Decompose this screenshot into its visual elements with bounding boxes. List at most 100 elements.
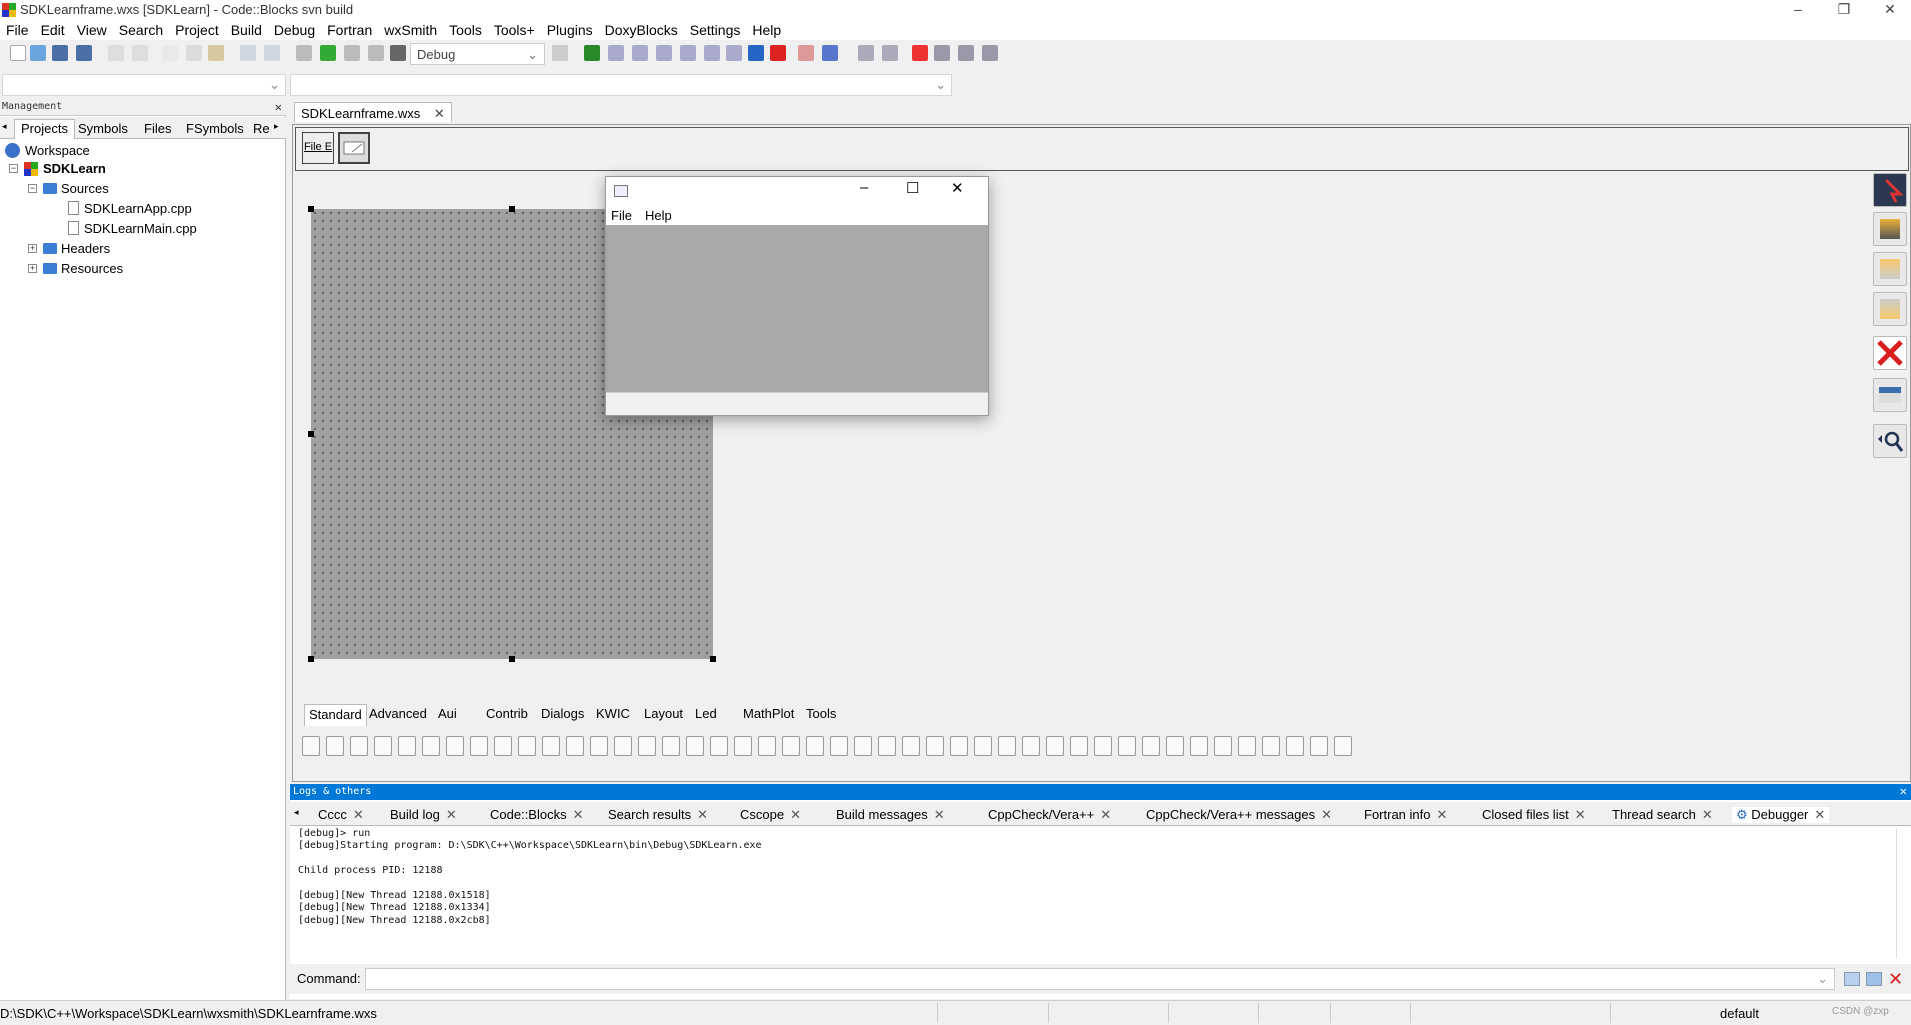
bookmark-toggle-icon[interactable] [912, 45, 928, 61]
bookmark-next-icon[interactable] [958, 45, 974, 61]
save-all-icon[interactable] [76, 45, 92, 61]
stop-debug-icon[interactable] [770, 45, 786, 61]
widget-icon[interactable] [686, 736, 704, 756]
debug-windows-icon[interactable] [798, 45, 814, 61]
widget-icon[interactable] [974, 736, 992, 756]
tab-led[interactable]: Led [695, 706, 717, 721]
insert-after-icon[interactable] [1873, 292, 1907, 326]
preview-menu-help[interactable]: Help [645, 208, 672, 223]
widget-icon[interactable] [926, 736, 944, 756]
resize-handle[interactable] [710, 656, 716, 662]
tree-workspace[interactable]: Workspace [5, 142, 90, 160]
tab-cccc[interactable]: Cccc ✕ [318, 807, 364, 823]
tab-scroll-left-icon[interactable]: ◂ [294, 807, 299, 818]
menubar-widget[interactable]: File E [302, 132, 334, 164]
tab-resources[interactable]: Re [253, 121, 270, 136]
widget-icon[interactable] [1070, 736, 1088, 756]
widget-icon[interactable] [1286, 736, 1304, 756]
tab-files[interactable]: Files [144, 121, 171, 136]
resize-handle[interactable] [308, 431, 314, 437]
tab-scroll-left-icon[interactable]: ◂ [2, 121, 7, 132]
tab-layout[interactable]: Layout [644, 706, 683, 721]
menu-debug[interactable]: Debug [268, 20, 321, 40]
preview-maximize-button[interactable]: ☐ [906, 179, 919, 197]
menu-tools-plus[interactable]: Tools+ [488, 20, 541, 40]
widget-icon[interactable] [638, 736, 656, 756]
tab-fortran-info[interactable]: Fortran info ✕ [1364, 807, 1447, 823]
abort-icon[interactable] [390, 45, 406, 61]
replace-icon[interactable] [264, 45, 280, 61]
paste-icon[interactable] [208, 45, 224, 61]
widget-icon[interactable] [518, 736, 536, 756]
close-icon[interactable]: ✕ [573, 807, 584, 822]
preview-minimize-button[interactable]: – [860, 179, 868, 196]
menu-view[interactable]: View [71, 20, 113, 40]
widget-icon[interactable] [1310, 736, 1328, 756]
collapse-project-icon[interactable]: − [9, 164, 18, 173]
close-icon[interactable]: ✕ [434, 106, 445, 121]
resize-handle[interactable] [308, 206, 314, 212]
tab-scroll-right-icon[interactable]: ▸ [274, 121, 279, 132]
widget-icon[interactable] [734, 736, 752, 756]
close-icon[interactable]: ✕ [1814, 807, 1825, 822]
tab-standard[interactable]: Standard [304, 704, 367, 726]
jump-forward-icon[interactable] [882, 45, 898, 61]
tab-build-log[interactable]: Build log ✕ [390, 807, 457, 823]
close-icon[interactable]: ✕ [1436, 807, 1447, 822]
widget-icon[interactable] [494, 736, 512, 756]
widget-icon[interactable] [902, 736, 920, 756]
tree-file-main[interactable]: SDKLearnMain.cpp [68, 220, 197, 238]
tab-mathplot[interactable]: MathPlot [743, 706, 794, 721]
tree-file-app[interactable]: SDKLearnApp.cpp [68, 200, 192, 218]
widget-icon[interactable] [1118, 736, 1136, 756]
close-icon[interactable]: ✕ [1575, 807, 1586, 822]
menu-build[interactable]: Build [225, 20, 268, 40]
widget-icon[interactable] [590, 736, 608, 756]
tree-sources[interactable]: Sources [43, 180, 109, 198]
widget-icon[interactable] [1190, 736, 1208, 756]
build-gear-icon[interactable] [296, 45, 312, 61]
close-icon[interactable]: ✕ [275, 100, 282, 114]
tree-project[interactable]: SDKLearn [24, 160, 106, 178]
tab-aui[interactable]: Aui [438, 706, 457, 721]
pause-icon[interactable] [748, 45, 764, 61]
resize-handle[interactable] [308, 656, 314, 662]
widget-icon[interactable] [806, 736, 824, 756]
statusbar-widget[interactable] [338, 132, 370, 164]
widget-icon[interactable] [662, 736, 680, 756]
menu-wxsmith[interactable]: wxSmith [378, 20, 443, 40]
expand-resources-icon[interactable]: + [28, 264, 37, 273]
select-tool-icon[interactable] [1873, 173, 1907, 207]
tab-debugger[interactable]: ⚙ Debugger ✕ [1732, 807, 1830, 823]
delete-icon[interactable] [1873, 336, 1907, 370]
menu-edit[interactable]: Edit [35, 20, 71, 40]
step-out-icon[interactable] [680, 45, 696, 61]
next-line-icon[interactable] [632, 45, 648, 61]
step-into-icon[interactable] [656, 45, 672, 61]
widget-icon[interactable] [542, 736, 560, 756]
widget-icon[interactable] [374, 736, 392, 756]
restore-button[interactable]: ❐ [1821, 0, 1867, 20]
new-file-icon[interactable] [10, 45, 26, 61]
tab-projects[interactable]: Projects [14, 119, 75, 139]
tab-cppcheck-messages[interactable]: CppCheck/Vera++ messages ✕ [1146, 807, 1332, 823]
menu-help[interactable]: Help [746, 20, 787, 40]
menu-file[interactable]: File [0, 20, 35, 40]
next-instruction-icon[interactable] [704, 45, 720, 61]
target-dialog-icon[interactable] [552, 45, 568, 61]
widget-icon[interactable] [1238, 736, 1256, 756]
tab-tools[interactable]: Tools [806, 706, 836, 721]
close-button[interactable]: ✕ [1867, 0, 1911, 20]
menu-doxyblocks[interactable]: DoxyBlocks [599, 20, 684, 40]
save-icon[interactable] [52, 45, 68, 61]
tab-search-results[interactable]: Search results ✕ [608, 807, 708, 823]
tab-codeblocks[interactable]: Code::Blocks ✕ [490, 807, 584, 823]
jump-back-icon[interactable] [858, 45, 874, 61]
command-input[interactable]: ⌄ [365, 968, 1835, 990]
tab-symbols[interactable]: Symbols [78, 121, 128, 136]
preview-icon[interactable] [1873, 378, 1907, 412]
close-icon[interactable]: ✕ [934, 807, 945, 822]
menu-settings[interactable]: Settings [684, 20, 747, 40]
widget-icon[interactable] [758, 736, 776, 756]
widget-icon[interactable] [1214, 736, 1232, 756]
